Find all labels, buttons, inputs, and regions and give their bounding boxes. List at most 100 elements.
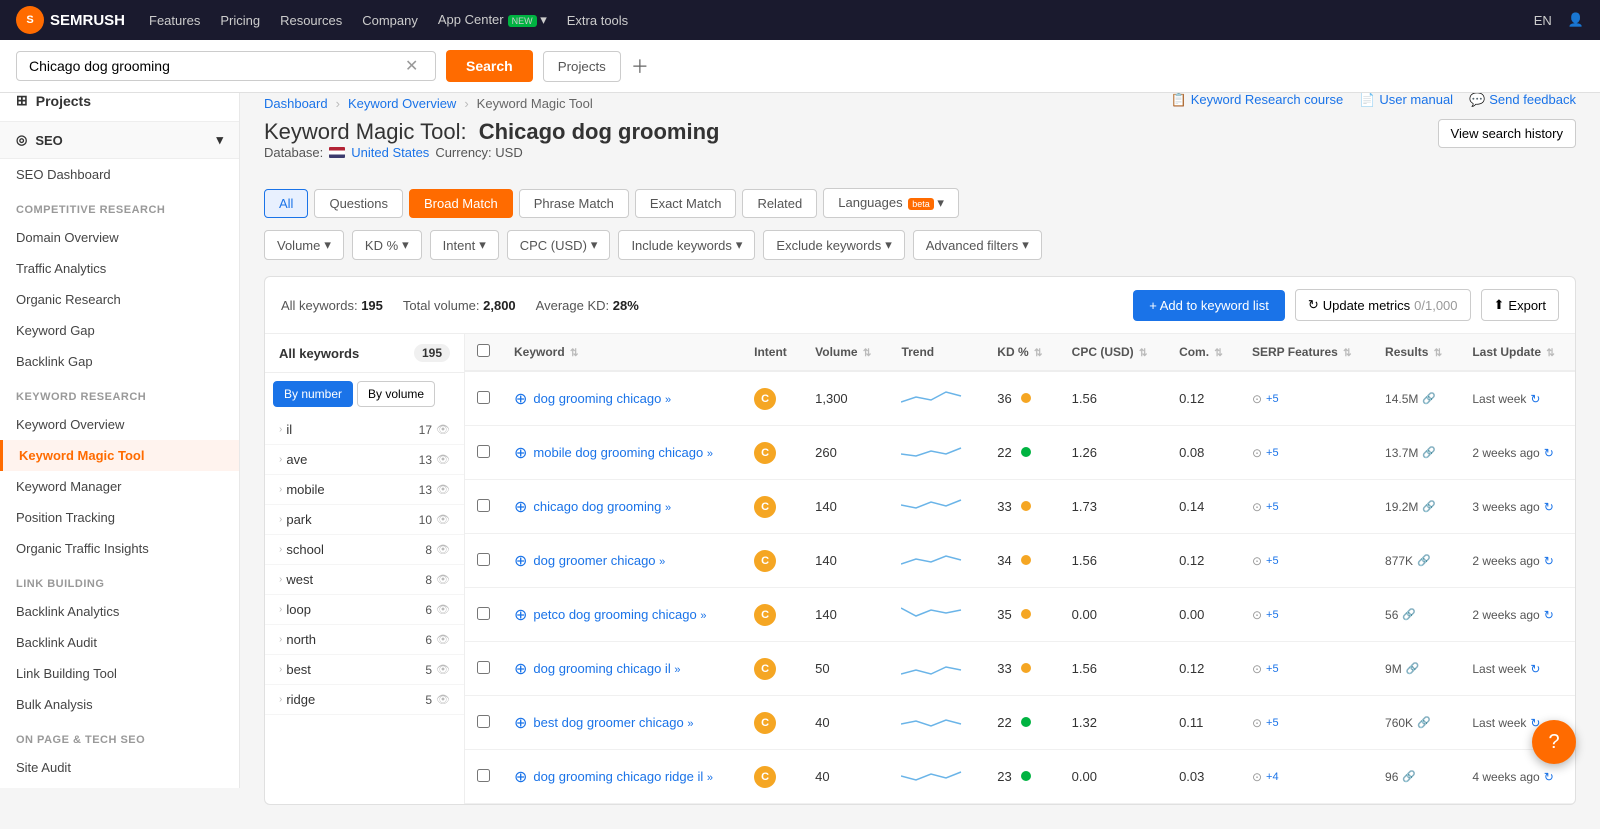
- add-keyword-icon[interactable]: ⊕: [514, 389, 527, 409]
- add-project-button[interactable]: ＋: [631, 53, 649, 79]
- keyword-list-item[interactable]: › loop 6 👁: [265, 595, 464, 625]
- breadcrumb-dashboard[interactable]: Dashboard: [264, 96, 328, 111]
- keyword-arrows[interactable]: »: [687, 718, 693, 730]
- export-button[interactable]: ⬆ Export: [1481, 289, 1559, 321]
- sidebar-item-site-audit[interactable]: Site Audit: [0, 752, 239, 783]
- help-button[interactable]: ?: [1532, 720, 1576, 764]
- add-keyword-icon[interactable]: ⊕: [514, 443, 527, 463]
- update-metrics-button[interactable]: ↻ Update metrics 0/1,000: [1295, 289, 1471, 321]
- keyword-link[interactable]: best dog groomer chicago: [533, 715, 683, 730]
- lang-selector[interactable]: EN: [1534, 13, 1552, 28]
- sidebar-item-seo-dashboard[interactable]: SEO Dashboard: [0, 159, 239, 190]
- keyword-arrows[interactable]: »: [665, 394, 671, 406]
- nav-company[interactable]: Company: [362, 13, 418, 28]
- keyword-list-item[interactable]: › park 10 👁: [265, 505, 464, 535]
- sidebar-item-organic-traffic-insights[interactable]: Organic Traffic Insights: [0, 533, 239, 564]
- advanced-filters-button[interactable]: Advanced filters ▾: [913, 230, 1042, 260]
- keyword-link[interactable]: petco dog grooming chicago: [533, 607, 696, 622]
- row-checkbox[interactable]: [477, 445, 490, 458]
- update-sort-icon[interactable]: ⇅: [1546, 348, 1554, 359]
- sidebar-item-link-building-tool[interactable]: Link Building Tool: [0, 658, 239, 689]
- row-checkbox[interactable]: [477, 553, 490, 566]
- cpc-sort-icon[interactable]: ⇅: [1139, 348, 1147, 359]
- add-keyword-icon[interactable]: ⊕: [514, 551, 527, 571]
- kd-sort-icon[interactable]: ⇅: [1034, 348, 1042, 359]
- results-link-icon[interactable]: 🔗: [1417, 716, 1431, 729]
- row-checkbox[interactable]: [477, 499, 490, 512]
- keyword-list-item[interactable]: › mobile 13 👁: [265, 475, 464, 505]
- keyword-link[interactable]: dog grooming chicago ridge il: [533, 769, 703, 784]
- keyword-link[interactable]: dog groomer chicago: [533, 553, 655, 568]
- eye-icon[interactable]: 👁: [436, 633, 450, 646]
- tab-questions[interactable]: Questions: [314, 189, 403, 218]
- serp-plus[interactable]: +4: [1266, 771, 1279, 783]
- results-link-icon[interactable]: 🔗: [1422, 446, 1436, 459]
- sidebar-item-keyword-overview[interactable]: Keyword Overview: [0, 409, 239, 440]
- sidebar-item-domain-overview[interactable]: Domain Overview: [0, 222, 239, 253]
- add-to-keyword-list-button[interactable]: + Add to keyword list: [1133, 290, 1285, 321]
- refresh-icon[interactable]: ↻: [1544, 500, 1554, 514]
- serp-plus[interactable]: +5: [1266, 501, 1279, 513]
- keyword-list-item[interactable]: › best 5 👁: [265, 655, 464, 685]
- by-volume-toggle[interactable]: By volume: [357, 381, 435, 407]
- eye-icon[interactable]: 👁: [436, 513, 450, 526]
- refresh-icon[interactable]: ↻: [1530, 662, 1540, 676]
- clear-button[interactable]: ✕: [405, 56, 418, 76]
- results-link-icon[interactable]: 🔗: [1417, 554, 1431, 567]
- search-button[interactable]: Search: [446, 50, 533, 82]
- serp-plus[interactable]: +5: [1266, 717, 1279, 729]
- logo[interactable]: S SEMRUSH: [16, 6, 125, 34]
- view-search-history-button[interactable]: View search history: [1438, 119, 1576, 148]
- sidebar-item-keyword-magic-tool[interactable]: Keyword Magic Tool: [0, 440, 239, 471]
- tab-broad-match[interactable]: Broad Match: [409, 189, 513, 218]
- add-keyword-icon[interactable]: ⊕: [514, 605, 527, 625]
- tab-exact-match[interactable]: Exact Match: [635, 189, 737, 218]
- keyword-link[interactable]: chicago dog grooming: [533, 499, 661, 514]
- eye-icon[interactable]: 👁: [436, 453, 450, 466]
- serp-plus[interactable]: +5: [1266, 609, 1279, 621]
- serp-plus[interactable]: +5: [1266, 663, 1279, 675]
- eye-icon[interactable]: 👁: [436, 543, 450, 556]
- nav-pricing[interactable]: Pricing: [220, 13, 260, 28]
- keyword-arrows[interactable]: »: [700, 610, 706, 622]
- user-icon[interactable]: 👤: [1568, 12, 1584, 28]
- results-sort-icon[interactable]: ⇅: [1434, 348, 1442, 359]
- keyword-list-item[interactable]: › school 8 👁: [265, 535, 464, 565]
- sidebar-item-backlink-audit[interactable]: Backlink Audit: [0, 627, 239, 658]
- keyword-link[interactable]: dog grooming chicago: [533, 391, 661, 406]
- keyword-list-item[interactable]: › west 8 👁: [265, 565, 464, 595]
- nav-extra-tools[interactable]: Extra tools: [567, 13, 628, 28]
- serp-plus[interactable]: +5: [1266, 555, 1279, 567]
- sidebar-item-keyword-manager[interactable]: Keyword Manager: [0, 471, 239, 502]
- serp-sort-icon[interactable]: ⇅: [1343, 348, 1351, 359]
- row-checkbox[interactable]: [477, 607, 490, 620]
- eye-icon[interactable]: 👁: [436, 423, 450, 436]
- keyword-arrows[interactable]: »: [659, 556, 665, 568]
- add-keyword-icon[interactable]: ⊕: [514, 713, 527, 733]
- intent-filter[interactable]: Intent ▾: [430, 230, 499, 260]
- eye-icon[interactable]: 👁: [436, 663, 450, 676]
- results-link-icon[interactable]: 🔗: [1422, 500, 1436, 513]
- refresh-icon[interactable]: ↻: [1544, 770, 1554, 784]
- serp-plus[interactable]: +5: [1266, 393, 1279, 405]
- sidebar-item-bulk-analysis[interactable]: Bulk Analysis: [0, 689, 239, 720]
- volume-sort-icon[interactable]: ⇅: [863, 348, 871, 359]
- keyword-arrows[interactable]: »: [707, 772, 713, 784]
- eye-icon[interactable]: 👁: [436, 483, 450, 496]
- nav-features[interactable]: Features: [149, 13, 200, 28]
- serp-plus[interactable]: +5: [1266, 447, 1279, 459]
- eye-icon[interactable]: 👁: [436, 573, 450, 586]
- eye-icon[interactable]: 👁: [436, 693, 450, 706]
- send-feedback-link[interactable]: 💬 Send feedback: [1469, 92, 1576, 108]
- nav-app-center[interactable]: App CenterNEW ▾: [438, 12, 547, 28]
- volume-filter[interactable]: Volume ▾: [264, 230, 344, 260]
- kd-filter[interactable]: KD % ▾: [352, 230, 422, 260]
- keyword-list-item[interactable]: › ridge 5 👁: [265, 685, 464, 715]
- row-checkbox[interactable]: [477, 661, 490, 674]
- add-keyword-icon[interactable]: ⊕: [514, 767, 527, 787]
- keyword-link[interactable]: dog grooming chicago il: [533, 661, 670, 676]
- cpc-filter[interactable]: CPC (USD) ▾: [507, 230, 611, 260]
- by-number-toggle[interactable]: By number: [273, 381, 353, 407]
- seo-sidebar-header[interactable]: ◎ SEO ▾: [0, 122, 239, 159]
- row-checkbox[interactable]: [477, 769, 490, 782]
